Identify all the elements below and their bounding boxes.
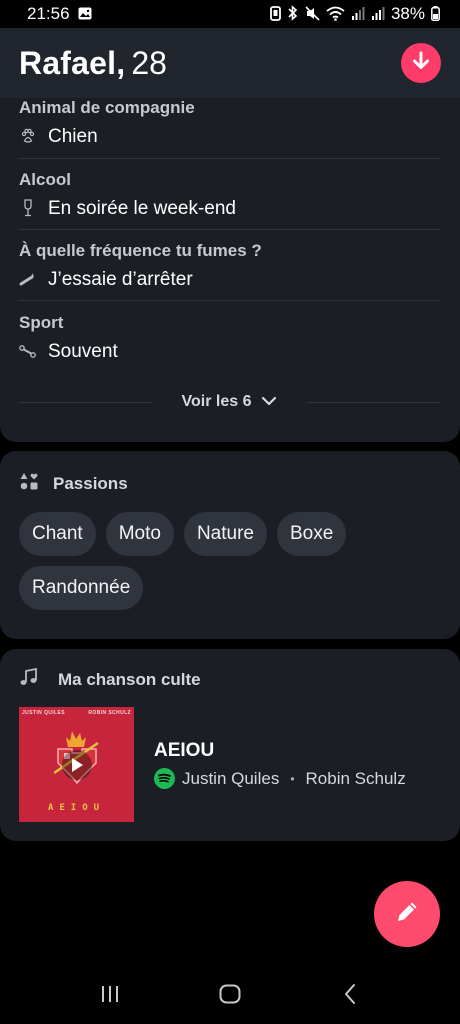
cover-artist-left: JUSTIN QUILES — [22, 710, 65, 716]
signal-icon — [351, 6, 365, 22]
dumbbell-icon — [19, 343, 36, 362]
battery-percent: 38% — [390, 4, 425, 23]
recent-apps-icon — [100, 985, 120, 1008]
collapse-profile-button[interactable] — [401, 43, 441, 83]
lifestyle-item-sport: Sport Souvent — [19, 313, 440, 363]
spotify-icon — [154, 768, 175, 789]
edit-profile-button[interactable] — [374, 881, 440, 947]
artist-separator: • — [290, 771, 295, 786]
track-title: AEIOU — [154, 740, 215, 761]
anthem-header: Ma chanson culte — [19, 667, 201, 691]
shapes-icon — [19, 471, 39, 496]
home-button[interactable] — [210, 976, 250, 1016]
cigarette-icon — [19, 271, 36, 290]
anthem-card: Ma chanson culte JUSTIN QUILES ROBIN SCH… — [0, 649, 460, 841]
recent-apps-button[interactable] — [90, 976, 130, 1016]
passion-chip: Randonnée — [19, 566, 144, 610]
passions-title: Passions — [53, 473, 128, 493]
passion-chip: Boxe — [276, 512, 347, 556]
status-time: 21:56 — [27, 4, 70, 23]
pencil-icon — [393, 898, 421, 931]
divider — [19, 300, 440, 301]
passions-card: Passions Chant Moto Nature Boxe Randonné… — [0, 451, 460, 639]
passions-list: Chant Moto Nature Boxe Randonnée — [19, 512, 449, 610]
track-artists: Justin Quiles • Robin Schulz — [154, 768, 406, 789]
show-more-row: Voir les 6 — [19, 390, 440, 414]
cover-title: AEIOU — [47, 803, 106, 813]
status-bar: 21:56 38% — [0, 0, 460, 28]
profile-name: Rafael, — [19, 44, 126, 81]
lifestyle-card: Animal de compagnie Chien Alcool En soir… — [0, 78, 460, 442]
passion-chip: Chant — [19, 512, 96, 556]
wine-glass-icon — [19, 198, 36, 220]
album-cover[interactable]: JUSTIN QUILES ROBIN SCHULZ AEIOU — [19, 707, 134, 822]
passions-header: Passions — [19, 471, 128, 496]
lifestyle-value: Chien — [48, 126, 98, 147]
paw-icon — [19, 128, 36, 147]
lifestyle-value: En soirée le week-end — [48, 198, 236, 219]
arrow-down-icon — [412, 51, 430, 76]
lifestyle-title: À quelle fréquence tu fumes ? — [19, 241, 262, 260]
anthem-title: Ma chanson culte — [58, 669, 201, 689]
divider — [19, 229, 440, 230]
cover-artist-right: ROBIN SCHULZ — [88, 710, 131, 716]
music-note-icon — [19, 667, 38, 691]
lifestyle-item-alcohol: Alcool En soirée le week-end — [19, 170, 440, 220]
home-icon — [219, 984, 241, 1009]
divider — [307, 401, 440, 403]
play-button[interactable] — [61, 749, 92, 780]
artist-name: Justin Quiles — [182, 768, 280, 788]
lifestyle-item-smoking: À quelle fréquence tu fumes ? J’essaie d… — [19, 241, 440, 291]
passion-chip: Nature — [183, 512, 267, 556]
signal-icon — [371, 6, 385, 22]
profile-header: Rafael, 28 — [0, 28, 460, 98]
passion-chip: Moto — [105, 512, 174, 556]
back-icon — [343, 983, 357, 1010]
lifestyle-title: Alcool — [19, 170, 71, 189]
show-more-button[interactable]: Voir les 6 — [152, 393, 308, 411]
artist-name: Robin Schulz — [305, 768, 406, 788]
divider — [19, 158, 440, 159]
system-nav-bar — [0, 968, 460, 1024]
lifestyle-value: J’essaie d’arrêter — [48, 269, 193, 290]
battery-icon — [431, 5, 440, 23]
nfc-icon — [270, 5, 281, 23]
lifestyle-value: Souvent — [48, 341, 118, 362]
mute-icon — [305, 5, 320, 23]
lifestyle-title: Animal de compagnie — [19, 98, 195, 117]
wifi-icon — [326, 6, 345, 23]
chevron-down-icon — [261, 393, 277, 411]
lifestyle-item-pet: Animal de compagnie Chien — [19, 98, 440, 148]
divider — [19, 401, 152, 403]
show-more-label: Voir les 6 — [181, 393, 252, 410]
profile-age: 28 — [131, 44, 167, 81]
back-button[interactable] — [330, 976, 370, 1016]
photo-icon — [78, 7, 92, 22]
lifestyle-title: Sport — [19, 313, 64, 332]
bluetooth-icon — [287, 5, 299, 23]
